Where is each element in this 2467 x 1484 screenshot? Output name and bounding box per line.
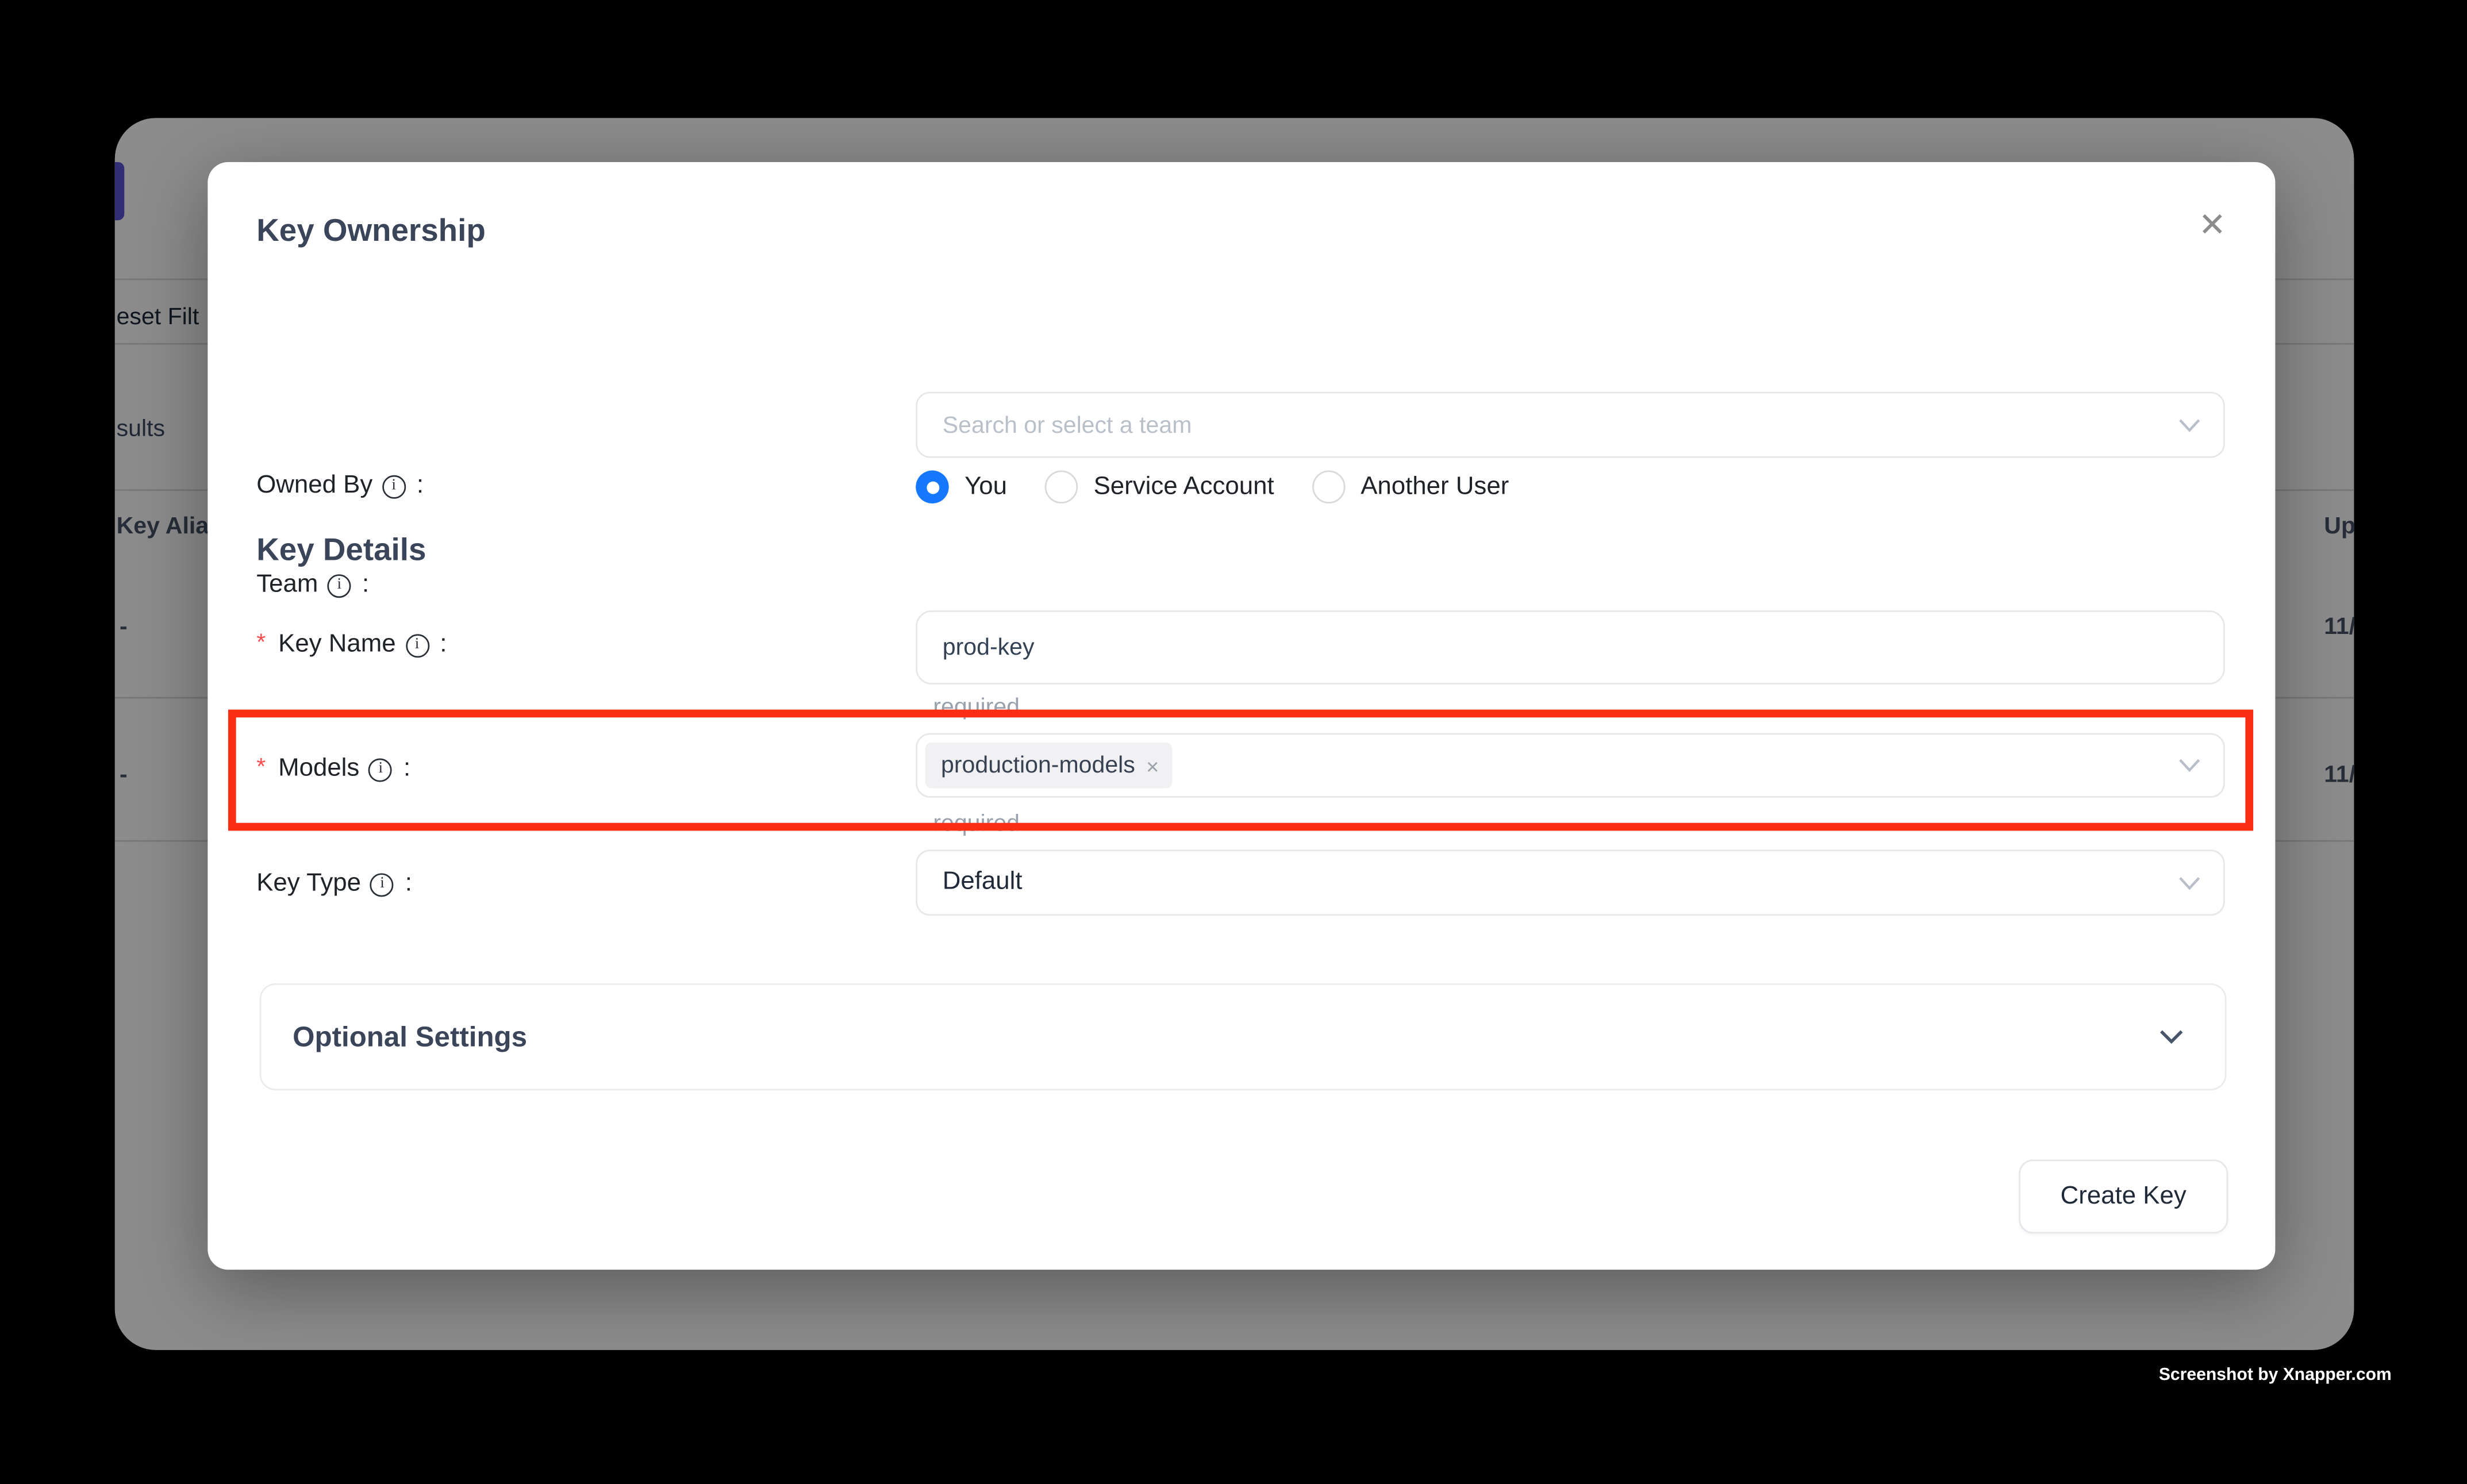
key-type-select[interactable]: Default [916, 849, 2225, 916]
key-name-value: prod-key [943, 634, 2201, 661]
key-name-input[interactable]: prod-key [916, 610, 2225, 685]
team-label: Team i : [256, 571, 369, 599]
model-tag-label: production-models [941, 752, 1135, 779]
info-icon[interactable]: i [382, 474, 406, 498]
xnapper-watermark: Screenshot by Xnapper.com [2159, 1366, 2364, 1385]
required-asterisk: * [256, 629, 266, 656]
optional-settings-label: Optional Settings [293, 1020, 2159, 1053]
radio-unselected-icon[interactable] [1045, 471, 1078, 503]
chevron-down-icon [2178, 875, 2201, 890]
radio-you[interactable]: You [916, 471, 1007, 503]
owned-by-label: Owned By i : [256, 472, 424, 500]
chevron-down-icon [2178, 418, 2201, 432]
radio-unselected-icon[interactable] [1312, 471, 1344, 503]
remove-tag-icon[interactable]: × [1146, 753, 1159, 778]
team-select[interactable]: Search or select a team [916, 392, 2225, 458]
key-type-value: Default [943, 868, 2178, 897]
optional-settings-panel[interactable]: Optional Settings [260, 983, 2227, 1090]
models-required-hint: required [933, 810, 1020, 837]
models-select[interactable]: production-models × [916, 733, 2225, 798]
info-icon[interactable]: i [405, 633, 429, 657]
modal-title: Key Ownership [256, 214, 486, 250]
screenshot-stage: eset Filt sults Key Alia Up - 11/ - 11/ … [0, 0, 2467, 1483]
create-key-button[interactable]: Create Key [2019, 1160, 2228, 1234]
radio-service-account[interactable]: Service Account [1045, 471, 1274, 503]
models-label: * Models i : [256, 755, 410, 783]
chevron-down-icon [2159, 1029, 2184, 1044]
selected-model-tag: production-models × [925, 743, 1172, 788]
key-name-label: * Key Name i : [256, 631, 447, 659]
owned-by-radio-group: You Service Account Another User [916, 471, 1509, 503]
info-icon[interactable]: i [369, 758, 393, 781]
key-name-required-hint: required [933, 694, 1020, 721]
radio-selected-icon[interactable] [916, 471, 948, 503]
required-asterisk: * [256, 753, 266, 780]
close-button[interactable]: ✕ [2187, 200, 2238, 251]
key-details-title: Key Details [256, 533, 426, 570]
info-icon[interactable]: i [328, 574, 351, 597]
chevron-down-icon [2178, 758, 2201, 772]
close-icon: ✕ [2199, 205, 2226, 244]
key-type-label: Key Type i : [256, 870, 412, 898]
info-icon[interactable]: i [370, 872, 394, 896]
radio-another-user[interactable]: Another User [1312, 471, 1509, 503]
team-select-placeholder: Search or select a team [943, 412, 2178, 439]
create-key-modal: Key Ownership ✕ Owned By i : You Service… [207, 162, 2275, 1270]
